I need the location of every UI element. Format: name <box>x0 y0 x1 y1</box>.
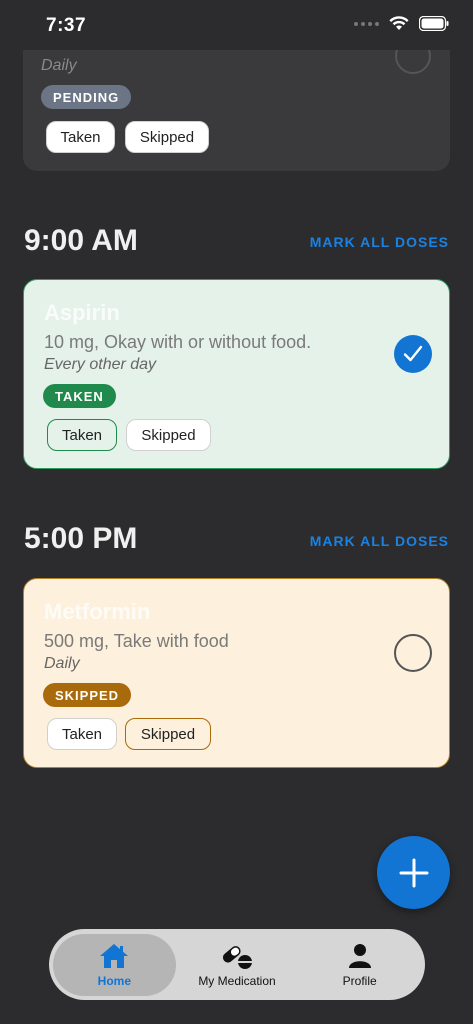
skipped-button[interactable]: Skipped <box>125 718 211 750</box>
plus-icon <box>399 858 428 887</box>
tab-my-medication[interactable]: My Medication <box>176 934 299 996</box>
checkmark-icon <box>403 345 423 362</box>
skipped-button[interactable]: Skipped <box>125 121 209 153</box>
section-time-title: 5:00 PM <box>24 522 138 555</box>
dose-checkbox[interactable] <box>394 634 432 672</box>
med-card-pending[interactable]: Daily PENDING Taken Skipped <box>23 30 450 171</box>
wifi-icon <box>389 16 409 30</box>
skipped-button[interactable]: Skipped <box>126 419 211 451</box>
taken-button[interactable]: Taken <box>47 718 117 750</box>
pills-icon <box>222 945 252 969</box>
mark-all-doses-button[interactable]: MARK ALL DOSES <box>310 533 449 549</box>
status-bar: 7:37 <box>0 0 473 50</box>
med-detail: 10 mg, Okay with or without food. <box>44 332 312 352</box>
med-frequency: Every other day <box>44 356 157 373</box>
med-frequency: Daily <box>44 655 80 672</box>
person-icon <box>348 943 371 968</box>
mark-all-doses-button[interactable]: MARK ALL DOSES <box>310 234 449 250</box>
tab-home[interactable]: Home <box>53 933 176 996</box>
status-badge: TAKEN <box>43 384 116 408</box>
battery-icon <box>419 16 449 31</box>
med-card-aspirin[interactable]: Aspirin 10 mg, Okay with or without food… <box>23 279 450 469</box>
dose-checkbox[interactable] <box>394 335 432 373</box>
tab-profile-label: Profile <box>342 973 377 988</box>
taken-button[interactable]: Taken <box>46 121 115 153</box>
med-name: Metformin <box>44 599 151 624</box>
status-icons <box>354 16 449 31</box>
med-card-metformin[interactable]: Metformin 500 mg, Take with food Daily S… <box>23 578 450 768</box>
status-badge: SKIPPED <box>43 683 132 707</box>
med-name: Aspirin <box>44 300 120 325</box>
med-frequency: Daily <box>41 57 77 74</box>
tab-my-medication-label: My Medication <box>198 973 276 988</box>
section-time-title: 9:00 AM <box>24 224 138 257</box>
tab-profile[interactable]: Profile <box>298 934 421 996</box>
med-detail: 500 mg, Take with food <box>44 631 229 651</box>
status-badge: PENDING <box>41 85 132 109</box>
tab-bar: Home My Medication Profile <box>49 929 425 1000</box>
tab-home-label: Home <box>97 973 131 988</box>
home-icon <box>100 943 129 968</box>
status-time: 7:37 <box>46 15 87 36</box>
taken-button[interactable]: Taken <box>47 419 117 451</box>
signal-icon <box>354 21 379 26</box>
add-medication-button[interactable] <box>377 836 450 909</box>
